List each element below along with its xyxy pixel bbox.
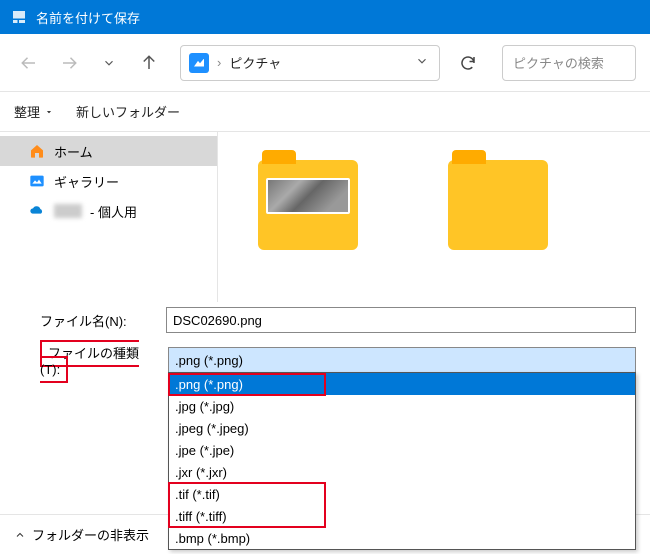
nav-up-button[interactable] — [134, 48, 164, 78]
breadcrumb-caret[interactable]: › — [215, 55, 223, 70]
hide-folders-button[interactable]: フォルダーの非表示 — [14, 525, 149, 544]
filetype-dropdown[interactable]: .png (*.png) .png (*.png) .jpg (*.jpg) .… — [168, 347, 636, 373]
sidebar-item-label: ホーム — [54, 142, 93, 161]
breadcrumb-current[interactable]: ピクチャ — [229, 53, 281, 72]
content-area: ホーム ギャラリー - 個人用 — [0, 132, 650, 302]
filetype-option[interactable]: .jxr (*.jxr) — [169, 461, 635, 483]
filetype-row: ファイルの種類(T): .png (*.png) .png (*.png) .j… — [0, 338, 650, 382]
chevron-up-icon — [14, 529, 26, 541]
highlight-filetype-label: ファイルの種類(T): — [40, 340, 139, 383]
filetype-option[interactable]: .bmp (*.bmp) — [169, 527, 635, 549]
blurred-username — [54, 204, 82, 218]
chevron-down-icon — [44, 107, 54, 117]
organize-button[interactable]: 整理 — [14, 102, 54, 121]
sidebar-item-label: ギャラリー — [54, 172, 119, 191]
newfolder-button[interactable]: 新しいフォルダー — [76, 102, 180, 121]
home-icon — [28, 142, 46, 160]
folder-item[interactable] — [448, 160, 548, 250]
organize-label: 整理 — [14, 102, 40, 121]
refresh-button[interactable] — [450, 45, 486, 81]
filename-label: ファイル名(N): — [40, 311, 158, 330]
titlebar: 名前を付けて保存 — [0, 0, 650, 34]
filetype-options-list: .png (*.png) .jpg (*.jpg) .jpeg (*.jpeg)… — [168, 372, 636, 550]
sidebar-item-home[interactable]: ホーム — [0, 136, 217, 166]
nav-recent-button[interactable] — [94, 48, 124, 78]
filetype-option[interactable]: .jpeg (*.jpeg) — [169, 417, 635, 439]
filename-input[interactable]: DSC02690.png — [166, 307, 636, 333]
title-text: 名前を付けて保存 — [36, 8, 140, 27]
sidebar-item-gallery[interactable]: ギャラリー — [0, 166, 217, 196]
sidebar-item-label: - 個人用 — [90, 202, 137, 221]
sidebar: ホーム ギャラリー - 個人用 — [0, 132, 218, 302]
hide-folders-label: フォルダーの非表示 — [32, 525, 149, 544]
pictures-icon — [189, 53, 209, 73]
sidebar-item-onedrive[interactable]: - 個人用 — [0, 196, 217, 226]
file-grid[interactable] — [218, 132, 650, 302]
onedrive-icon — [28, 202, 46, 220]
toolbar: 整理 新しいフォルダー — [0, 92, 650, 132]
app-icon — [10, 8, 28, 26]
address-bar[interactable]: › ピクチャ — [180, 45, 440, 81]
filetype-option[interactable]: .tif (*.tif) — [169, 483, 635, 505]
filename-row: ファイル名(N): DSC02690.png — [0, 302, 650, 338]
address-dropdown-icon[interactable] — [413, 54, 431, 71]
filetype-option[interactable]: .jpe (*.jpe) — [169, 439, 635, 461]
folder-item[interactable] — [258, 160, 358, 250]
filetype-option[interactable]: .tiff (*.tiff) — [169, 505, 635, 527]
filetype-label: ファイルの種類(T): — [40, 343, 160, 377]
search-input[interactable]: ピクチャの検索 — [502, 45, 636, 81]
search-placeholder: ピクチャの検索 — [513, 53, 604, 72]
filetype-option[interactable]: .png (*.png) — [169, 373, 635, 395]
filetype-selected[interactable]: .png (*.png) — [168, 347, 636, 373]
filetype-option[interactable]: .jpg (*.jpg) — [169, 395, 635, 417]
nav-forward-button[interactable] — [54, 48, 84, 78]
nav-back-button[interactable] — [14, 48, 44, 78]
gallery-icon — [28, 172, 46, 190]
folder-thumbnail — [266, 178, 350, 214]
navbar: › ピクチャ ピクチャの検索 — [0, 34, 650, 92]
